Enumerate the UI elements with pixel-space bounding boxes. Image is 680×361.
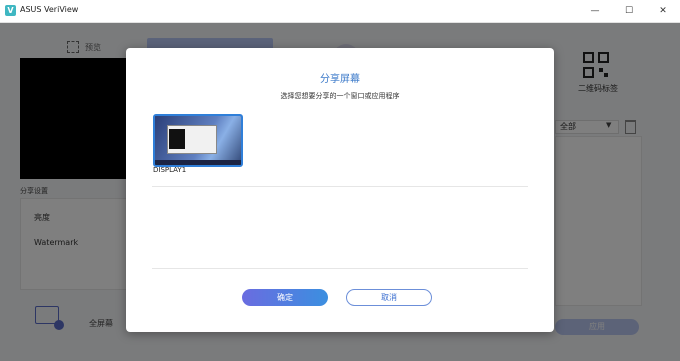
divider — [152, 268, 528, 269]
thumbnail-taskbar — [155, 160, 241, 165]
app-logo-icon: V — [5, 5, 16, 16]
close-button[interactable]: ✕ — [646, 0, 680, 22]
ok-button[interactable]: 确定 — [242, 289, 328, 306]
title-bar: V ASUS VeriView — ☐ ✕ — [0, 0, 680, 23]
divider — [152, 186, 528, 187]
cancel-button[interactable]: 取消 — [346, 289, 432, 306]
window-title: ASUS VeriView — [20, 5, 79, 14]
dialog-title: 分享屏幕 — [320, 74, 360, 85]
thumbnail-preview-area — [169, 129, 185, 149]
display-thumbnail[interactable] — [153, 114, 243, 167]
maximize-button[interactable]: ☐ — [612, 0, 646, 22]
dialog-subtitle: 选择您想要分享的一个窗口或应用程序 — [280, 92, 400, 100]
share-screen-dialog: 分享屏幕 选择您想要分享的一个窗口或应用程序 DISPLAY1 确定 取消 — [126, 48, 554, 332]
display-label: DISPLAY1 — [153, 166, 187, 174]
minimize-button[interactable]: — — [578, 0, 612, 22]
